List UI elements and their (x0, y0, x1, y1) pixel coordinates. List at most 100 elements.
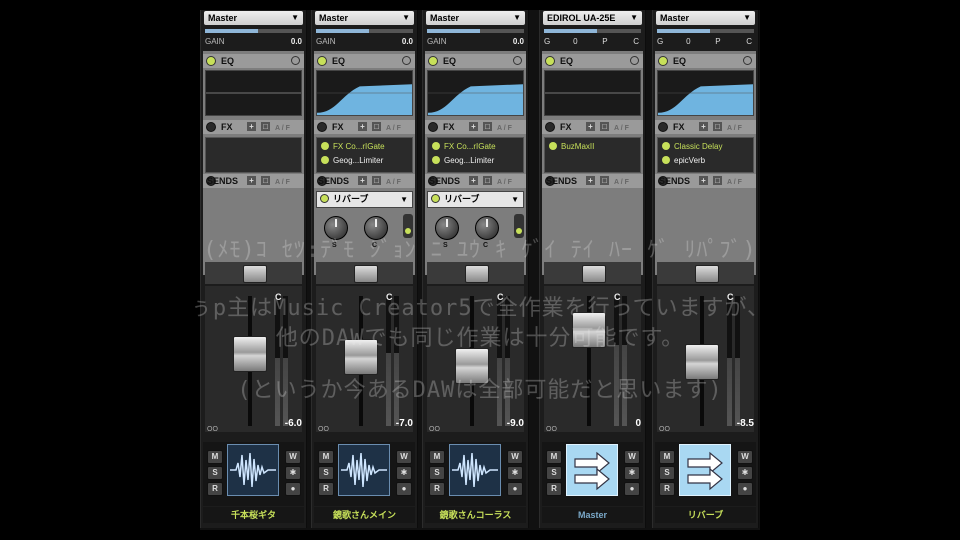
output-select[interactable]: EDIROL UA-25E ▼ (543, 11, 642, 25)
add-fx-button[interactable]: + (699, 122, 708, 131)
output-select[interactable]: Master ▼ (656, 11, 755, 25)
fx-options-button[interactable]: □ (713, 122, 722, 131)
fx-options-button[interactable]: □ (372, 122, 381, 131)
mute-button[interactable]: M (207, 450, 223, 464)
track-name[interactable]: 鏡歌さんメイン (314, 507, 415, 523)
eq-curve-display[interactable] (205, 70, 302, 116)
track-name[interactable]: リバーブ (655, 507, 756, 523)
fx-enable-toggle[interactable] (658, 122, 668, 132)
input-echo-icon[interactable]: ● (507, 482, 523, 496)
send-power-icon[interactable] (431, 194, 440, 203)
record-button[interactable]: R (546, 482, 562, 496)
fx-enable-toggle[interactable] (428, 122, 438, 132)
eq-enable-toggle[interactable] (658, 56, 668, 66)
phase-toggle[interactable]: OO (207, 426, 218, 433)
fx-power-icon[interactable] (549, 142, 557, 150)
add-fx-button[interactable]: + (469, 122, 478, 131)
add-send-button[interactable]: + (586, 176, 595, 185)
send-select[interactable]: リバーブ ▼ (427, 191, 524, 208)
read-icon[interactable]: ✱ (624, 466, 640, 480)
fx-slot[interactable]: Classic Delay (660, 140, 751, 153)
output-select[interactable]: Master ▼ (315, 11, 414, 25)
eq-power-icon[interactable] (291, 56, 300, 65)
gain-slider[interactable] (427, 29, 524, 33)
send-power-icon[interactable] (320, 194, 329, 203)
waveform-icon[interactable] (449, 444, 501, 496)
eq-power-icon[interactable] (630, 56, 639, 65)
fx-slot[interactable]: Geog...Limiter (430, 154, 521, 167)
gain-slider[interactable] (657, 29, 754, 33)
fx-enable-toggle[interactable] (206, 122, 216, 132)
track-name[interactable]: Master (542, 507, 643, 523)
pan-control[interactable] (316, 262, 413, 284)
send-options-button[interactable]: □ (600, 176, 609, 185)
fx-slot[interactable]: FX Co...rIGate (319, 140, 410, 153)
add-send-button[interactable]: + (247, 176, 256, 185)
read-icon[interactable]: ✱ (737, 466, 753, 480)
arrows-icon[interactable] (566, 444, 618, 496)
record-button[interactable]: R (318, 482, 334, 496)
mute-button[interactable]: M (429, 450, 445, 464)
write-button[interactable]: W (396, 450, 412, 464)
solo-button[interactable]: S (659, 466, 675, 480)
fx-options-button[interactable]: □ (483, 122, 492, 131)
add-send-button[interactable]: + (469, 176, 478, 185)
track-name[interactable]: 鏡歌さんコーラス (425, 507, 526, 523)
write-button[interactable]: W (737, 450, 753, 464)
add-send-button[interactable]: + (699, 176, 708, 185)
input-echo-icon[interactable]: ● (285, 482, 301, 496)
solo-button[interactable]: S (207, 466, 223, 480)
add-fx-button[interactable]: + (358, 122, 367, 131)
phase-toggle[interactable]: OO (318, 426, 329, 433)
write-button[interactable]: W (624, 450, 640, 464)
pan-handle[interactable] (465, 265, 489, 283)
send-select[interactable]: リバーブ ▼ (316, 191, 413, 208)
eq-enable-toggle[interactable] (545, 56, 555, 66)
phase-toggle[interactable]: OO (546, 426, 557, 433)
solo-button[interactable]: S (546, 466, 562, 480)
eq-curve-display[interactable] (427, 70, 524, 116)
pan-control[interactable] (544, 262, 641, 284)
eq-enable-toggle[interactable] (317, 56, 327, 66)
eq-enable-toggle[interactable] (428, 56, 438, 66)
pan-control[interactable] (427, 262, 524, 284)
fx-power-icon[interactable] (321, 156, 329, 164)
read-icon[interactable]: ✱ (507, 466, 523, 480)
mute-button[interactable]: M (546, 450, 562, 464)
gain-slider[interactable] (205, 29, 302, 33)
solo-button[interactable]: S (318, 466, 334, 480)
waveform-icon[interactable] (338, 444, 390, 496)
record-button[interactable]: R (429, 482, 445, 496)
eq-curve-display[interactable] (316, 70, 413, 116)
send-options-button[interactable]: □ (261, 176, 270, 185)
add-send-button[interactable]: + (358, 176, 367, 185)
fx-enable-toggle[interactable] (545, 122, 555, 132)
send-options-button[interactable]: □ (713, 176, 722, 185)
mute-button[interactable]: M (318, 450, 334, 464)
input-echo-icon[interactable]: ● (737, 482, 753, 496)
pan-handle[interactable] (695, 265, 719, 283)
input-echo-icon[interactable]: ● (624, 482, 640, 496)
phase-toggle[interactable]: OO (659, 426, 670, 433)
write-button[interactable]: W (285, 450, 301, 464)
fx-slot[interactable]: epicVerb (660, 154, 751, 167)
phase-toggle[interactable]: OO (429, 426, 440, 433)
gain-slider[interactable] (316, 29, 413, 33)
eq-power-icon[interactable] (513, 56, 522, 65)
fx-power-icon[interactable] (432, 142, 440, 150)
track-name[interactable]: 千本桜ギタ (203, 507, 304, 523)
pan-handle[interactable] (243, 265, 267, 283)
solo-button[interactable]: S (429, 466, 445, 480)
gain-slider[interactable] (544, 29, 641, 33)
fx-slot[interactable]: BuzMaxII (547, 140, 638, 153)
fx-slot[interactable]: FX Co...rIGate (430, 140, 521, 153)
waveform-icon[interactable] (227, 444, 279, 496)
arrows-icon[interactable] (679, 444, 731, 496)
read-icon[interactable]: ✱ (396, 466, 412, 480)
fx-power-icon[interactable] (432, 156, 440, 164)
fx-power-icon[interactable] (321, 142, 329, 150)
mute-button[interactable]: M (659, 450, 675, 464)
pan-control[interactable] (205, 262, 302, 284)
pan-control[interactable] (657, 262, 754, 284)
send-options-button[interactable]: □ (372, 176, 381, 185)
